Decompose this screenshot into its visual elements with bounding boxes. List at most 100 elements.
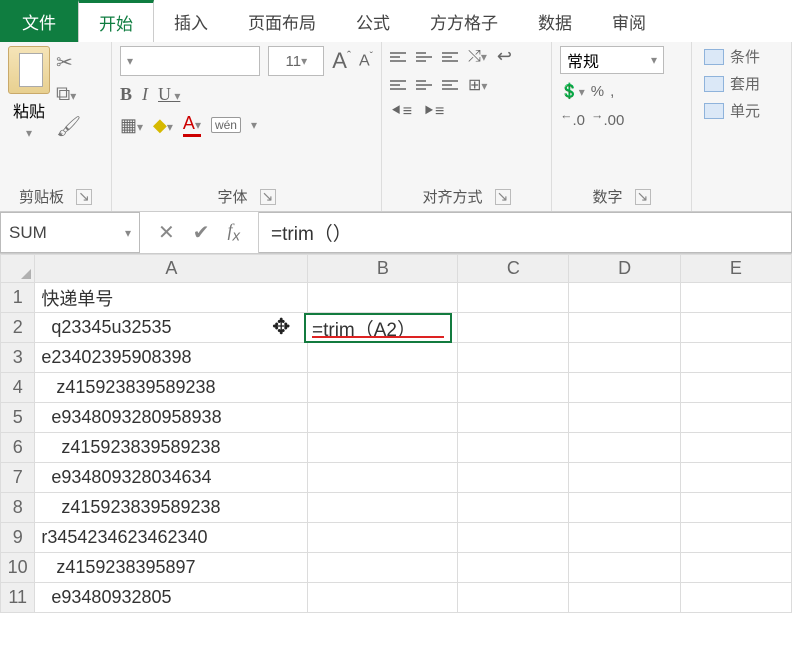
cell[interactable] bbox=[308, 523, 458, 553]
cell[interactable] bbox=[569, 583, 680, 613]
align-left-button[interactable] bbox=[390, 80, 406, 90]
tab-ffgz[interactable]: 方方格子 bbox=[410, 0, 518, 42]
orientation-button[interactable]: ⤭▾ bbox=[468, 48, 487, 66]
cell[interactable] bbox=[458, 583, 569, 613]
tab-home[interactable]: 开始 bbox=[78, 0, 154, 42]
col-header-C[interactable]: C bbox=[458, 255, 569, 283]
cell[interactable] bbox=[458, 493, 569, 523]
bold-button[interactable]: B bbox=[120, 84, 132, 105]
cell[interactable] bbox=[458, 373, 569, 403]
decrease-decimal-button[interactable]: →.00 bbox=[591, 108, 624, 129]
row-header[interactable]: 4 bbox=[1, 373, 35, 403]
cell[interactable] bbox=[680, 313, 791, 343]
increase-decimal-button[interactable]: ←.0 bbox=[560, 108, 585, 129]
cell[interactable] bbox=[680, 433, 791, 463]
cell[interactable] bbox=[680, 493, 791, 523]
shrink-font-icon[interactable]: Aˇ bbox=[359, 51, 373, 70]
cell[interactable] bbox=[680, 583, 791, 613]
row-header[interactable]: 2 bbox=[1, 313, 35, 343]
row-header[interactable]: 10 bbox=[1, 553, 35, 583]
align-center-button[interactable] bbox=[416, 80, 432, 90]
cell[interactable] bbox=[680, 523, 791, 553]
row-header[interactable]: 11 bbox=[1, 583, 35, 613]
tab-review[interactable]: 审阅 bbox=[592, 0, 666, 42]
row-header[interactable]: 9 bbox=[1, 523, 35, 553]
cell[interactable]: z415923839589238 bbox=[35, 433, 308, 463]
tab-formulas[interactable]: 公式 bbox=[336, 0, 410, 42]
cell[interactable] bbox=[569, 523, 680, 553]
cell[interactable] bbox=[308, 433, 458, 463]
font-launcher-icon[interactable]: ↘ bbox=[260, 189, 276, 205]
cell[interactable] bbox=[569, 403, 680, 433]
cell[interactable] bbox=[458, 283, 569, 313]
number-launcher-icon[interactable]: ↘ bbox=[635, 189, 651, 205]
format-painter-icon[interactable]: 🖌 bbox=[56, 114, 81, 139]
comma-format-button[interactable]: , bbox=[610, 83, 614, 100]
cell[interactable] bbox=[308, 283, 458, 313]
conditional-formatting-button[interactable]: 条件 bbox=[704, 46, 783, 67]
cell[interactable]: e934809328034634 bbox=[35, 463, 308, 493]
cell[interactable]: e23402395908398 bbox=[35, 343, 308, 373]
font-color-button[interactable]: A▾ bbox=[183, 113, 201, 137]
phonetic-guide-button[interactable]: wén bbox=[211, 117, 241, 133]
align-right-button[interactable] bbox=[442, 80, 458, 90]
cell[interactable] bbox=[569, 343, 680, 373]
copy-icon[interactable]: ⧉▾ bbox=[56, 83, 81, 106]
fill-color-button[interactable]: ◆▾ bbox=[153, 115, 173, 136]
cell[interactable] bbox=[680, 553, 791, 583]
cell[interactable]: 快递单号 bbox=[35, 283, 308, 313]
grow-font-icon[interactable]: Aˆ bbox=[332, 48, 351, 74]
cell[interactable] bbox=[308, 343, 458, 373]
row-header[interactable]: 5 bbox=[1, 403, 35, 433]
col-header-B[interactable]: B bbox=[308, 255, 458, 283]
border-button[interactable]: ▦▾ bbox=[120, 115, 143, 136]
cell[interactable] bbox=[308, 463, 458, 493]
cell[interactable] bbox=[308, 493, 458, 523]
decrease-indent-button[interactable]: ⯇≡ bbox=[390, 103, 412, 121]
paste-dropdown-icon[interactable]: ▾ bbox=[26, 126, 32, 140]
cell-styles-button[interactable]: 单元 bbox=[704, 100, 783, 121]
cell[interactable]: z415923839589238 bbox=[35, 373, 308, 403]
row-header[interactable]: 6 bbox=[1, 433, 35, 463]
tab-data[interactable]: 数据 bbox=[518, 0, 592, 42]
align-launcher-icon[interactable]: ↘ bbox=[495, 189, 511, 205]
cell[interactable] bbox=[458, 403, 569, 433]
cancel-formula-icon[interactable]: ✕ bbox=[158, 220, 175, 245]
percent-format-button[interactable]: % bbox=[591, 83, 604, 100]
cell[interactable] bbox=[569, 433, 680, 463]
cell[interactable]: z4159238395897 bbox=[35, 553, 308, 583]
increase-indent-button[interactable]: ⯈≡ bbox=[422, 103, 444, 121]
cell[interactable] bbox=[458, 553, 569, 583]
cell[interactable] bbox=[308, 583, 458, 613]
name-box[interactable]: SUM ▾ bbox=[0, 212, 140, 253]
cut-icon[interactable]: ✂ bbox=[56, 50, 81, 75]
cell[interactable] bbox=[680, 373, 791, 403]
cell[interactable] bbox=[458, 313, 569, 343]
tab-page-layout[interactable]: 页面布局 bbox=[228, 0, 336, 42]
cell[interactable] bbox=[569, 553, 680, 583]
cell[interactable] bbox=[569, 313, 680, 343]
underline-button[interactable]: U ▾ bbox=[158, 84, 180, 105]
cell[interactable] bbox=[308, 403, 458, 433]
cell[interactable] bbox=[680, 343, 791, 373]
tab-insert[interactable]: 插入 bbox=[154, 0, 228, 42]
font-name-select[interactable]: ▾ bbox=[120, 46, 260, 76]
accounting-format-button[interactable]: 💲▾ bbox=[560, 82, 585, 100]
wrap-text-button[interactable]: ↩ bbox=[497, 46, 512, 67]
row-header[interactable]: 7 bbox=[1, 463, 35, 493]
cell[interactable]: z415923839589238 bbox=[35, 493, 308, 523]
merge-cells-button[interactable]: ⊞▾ bbox=[468, 75, 487, 95]
cell[interactable] bbox=[680, 463, 791, 493]
cell[interactable] bbox=[308, 553, 458, 583]
align-bottom-button[interactable] bbox=[442, 52, 458, 62]
italic-button[interactable]: I bbox=[142, 84, 148, 105]
cell[interactable] bbox=[569, 283, 680, 313]
tab-file[interactable]: 文件 bbox=[0, 0, 78, 42]
row-header[interactable]: 3 bbox=[1, 343, 35, 373]
align-middle-button[interactable] bbox=[416, 52, 432, 62]
row-header[interactable]: 8 bbox=[1, 493, 35, 523]
clipboard-launcher-icon[interactable]: ↘ bbox=[76, 189, 92, 205]
format-as-table-button[interactable]: 套用 bbox=[704, 73, 783, 94]
cell[interactable] bbox=[308, 373, 458, 403]
enter-formula-icon[interactable]: ✔ bbox=[193, 220, 210, 245]
